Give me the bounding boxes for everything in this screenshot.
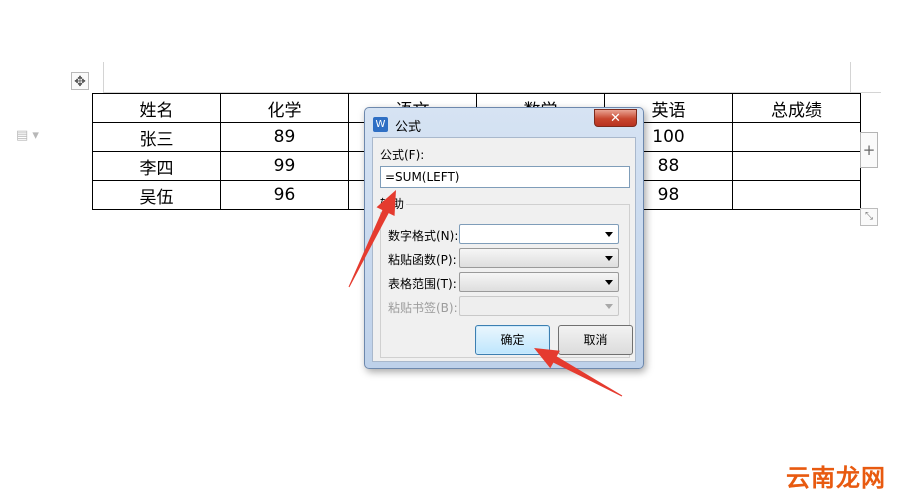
annotation-arrows [348,190,623,397]
arrow-to-ok-button [534,348,623,397]
watermark-logo: 云南龙网 [786,464,886,492]
arrow-to-formula-input [348,190,396,288]
